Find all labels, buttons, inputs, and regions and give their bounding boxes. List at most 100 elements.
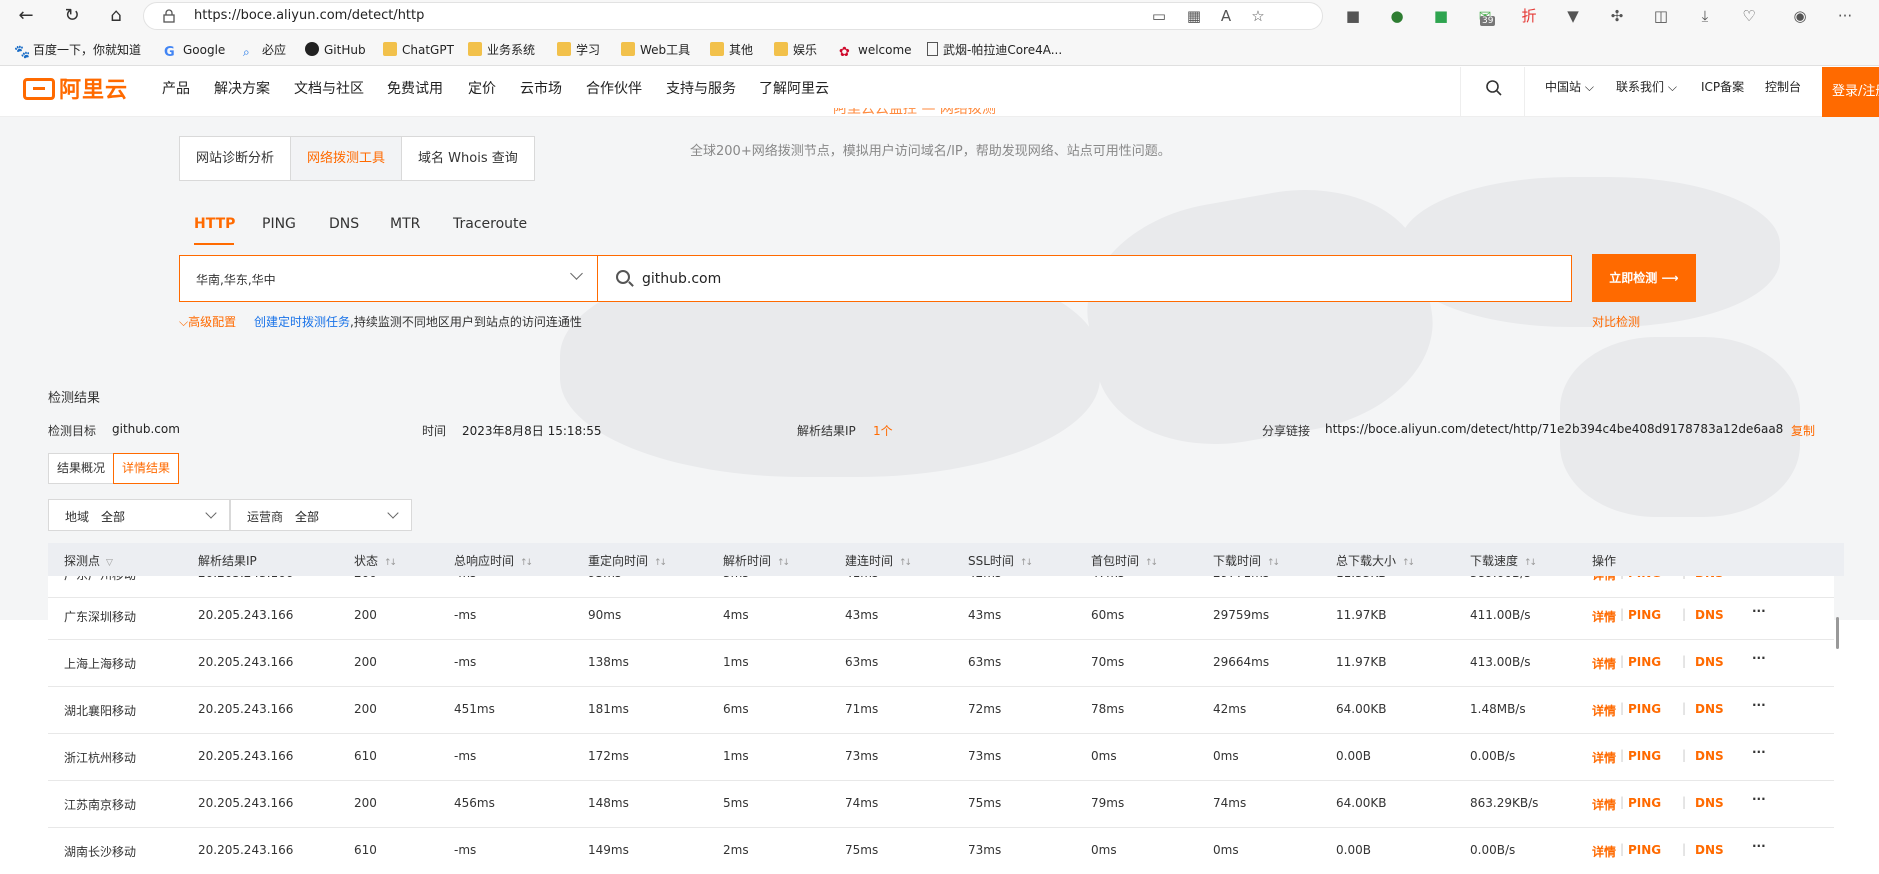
favorite-star-icon[interactable]: ☆ <box>1248 6 1268 26</box>
ping-button[interactable]: PING <box>1628 749 1661 763</box>
detail-button[interactable]: 详情 <box>1592 796 1616 813</box>
detail-button[interactable]: 详情 <box>1592 655 1616 672</box>
dns-button[interactable]: DNS <box>1695 702 1724 716</box>
sort-icon[interactable]: ↑↓ <box>1145 558 1158 568</box>
sort-icon[interactable]: ↑↓ <box>520 558 533 568</box>
address-bar[interactable]: https://boce.aliyun.com/detect/http ▭ ▦ … <box>143 2 1323 30</box>
apps-icon[interactable]: ▦ <box>1184 6 1204 26</box>
refresh-icon[interactable]: ↻ <box>60 4 84 28</box>
home-icon[interactable]: ⌂ <box>104 4 128 28</box>
scrollbar-thumb[interactable] <box>1836 617 1839 649</box>
column-header[interactable]: 总下载大小 ↑↓ <box>1336 552 1415 569</box>
sort-icon[interactable]: ↑↓ <box>1402 558 1415 568</box>
icp-link[interactable]: ICP备案 <box>1701 78 1744 95</box>
download-icon[interactable]: ⤓ <box>1695 6 1715 26</box>
tab-site-diagnosis[interactable]: 网站诊断分析 <box>179 136 292 181</box>
dns-button[interactable]: DNS <box>1695 843 1724 857</box>
column-header[interactable]: 重定向时间 ↑↓ <box>588 552 667 569</box>
split-screen-icon[interactable]: ◫ <box>1651 6 1671 26</box>
bookmark-wuyan[interactable]: 武烟-帕拉迪Core4A... <box>927 41 1062 59</box>
more-actions-icon[interactable]: ··· <box>1752 651 1766 665</box>
bookmark-folder-chatgpt[interactable]: ChatGPT <box>383 41 454 59</box>
more-actions-icon[interactable]: ··· <box>1752 698 1766 712</box>
ping-button[interactable]: PING <box>1628 576 1661 580</box>
reader-mode-icon[interactable]: ▭ <box>1149 6 1169 26</box>
bookmark-github[interactable]: GitHub <box>305 41 366 59</box>
column-header[interactable]: 状态 ↑↓ <box>354 552 397 569</box>
sort-icon[interactable]: ↑↓ <box>654 558 667 568</box>
nav-docs[interactable]: 文档与社区 <box>294 78 364 98</box>
tab-traceroute[interactable]: Traceroute <box>453 216 527 232</box>
target-input[interactable]: github.com <box>597 255 1572 302</box>
dns-button[interactable]: DNS <box>1695 749 1724 763</box>
more-actions-icon[interactable]: ··· <box>1752 604 1766 618</box>
column-header[interactable]: 下载时间 ↑↓ <box>1213 552 1280 569</box>
column-header[interactable]: SSL时间 ↑↓ <box>968 552 1033 569</box>
dns-button[interactable]: DNS <box>1695 608 1724 622</box>
detail-button[interactable]: 详情 <box>1592 576 1616 583</box>
nav-market[interactable]: 云市场 <box>520 78 562 98</box>
nav-about[interactable]: 了解阿里云 <box>759 78 829 98</box>
tab-mtr[interactable]: MTR <box>390 216 420 232</box>
console-link[interactable]: 控制台 <box>1765 78 1801 95</box>
column-header[interactable]: 建连时间 ↑↓ <box>845 552 912 569</box>
bookmark-google[interactable]: G Google <box>164 41 225 60</box>
column-header[interactable]: 探测点 ▽ <box>64 552 113 569</box>
compare-detect-link[interactable]: 对比检测 <box>1592 313 1640 330</box>
tab-details[interactable]: 详情结果 <box>113 453 180 484</box>
ping-button[interactable]: PING <box>1628 655 1661 669</box>
bookmark-folder-other[interactable]: 其他 <box>710 41 753 59</box>
bookmark-welcome[interactable]: ✿ welcome <box>839 41 912 60</box>
extension-icon[interactable]: ■ <box>1343 6 1363 26</box>
copy-button[interactable]: 复制 <box>1791 422 1815 439</box>
detail-button[interactable]: 详情 <box>1592 608 1616 625</box>
column-header[interactable]: 首包时间 ↑↓ <box>1091 552 1158 569</box>
nav-solutions[interactable]: 解决方案 <box>214 78 270 98</box>
search-icon[interactable] <box>1485 79 1503 97</box>
tab-ping[interactable]: PING <box>262 216 296 232</box>
more-actions-icon[interactable]: ··· <box>1752 792 1766 806</box>
profile-avatar[interactable]: ◉ <box>1790 6 1810 26</box>
contact-us[interactable]: 联系我们 ⌵ <box>1616 78 1677 95</box>
aliyun-logo[interactable]: 阿里云 <box>23 72 128 104</box>
more-menu-icon[interactable]: ··· <box>1835 6 1855 26</box>
region-switch[interactable]: 中国站 ⌵ <box>1545 78 1594 95</box>
vue-extension-icon[interactable]: ▼ <box>1563 6 1583 26</box>
performance-icon[interactable]: ♡ <box>1739 6 1759 26</box>
region-select[interactable]: 华南,华东,华中 <box>179 255 598 302</box>
login-button[interactable]: 登录/注册 <box>1822 67 1879 117</box>
bookmark-folder-business[interactable]: 业务系统 <box>468 41 535 59</box>
tab-network-probe[interactable]: 网络拨测工具 <box>290 136 403 181</box>
on-extension-icon[interactable]: ■ <box>1431 6 1451 26</box>
bookmark-folder-entertainment[interactable]: 娱乐 <box>774 41 817 59</box>
sort-icon[interactable]: ↑↓ <box>1267 558 1280 568</box>
bookmark-folder-study[interactable]: 学习 <box>557 41 600 59</box>
column-header[interactable]: 总响应时间 ↑↓ <box>454 552 533 569</box>
tab-whois[interactable]: 域名 Whois 查询 <box>401 136 535 181</box>
column-header[interactable]: 解析时间 ↑↓ <box>723 552 790 569</box>
tab-http[interactable]: HTTP <box>194 216 235 232</box>
filter-isp[interactable]: 运营商 全部 <box>230 499 412 531</box>
bookmark-baidu[interactable]: 🐾 百度一下，你就知道 <box>14 41 141 60</box>
filter-icon[interactable]: ▽ <box>106 558 113 568</box>
discount-extension-icon[interactable]: 折 <box>1519 6 1539 26</box>
dns-button[interactable]: DNS <box>1695 796 1724 810</box>
tab-dns[interactable]: DNS <box>329 216 359 232</box>
bookmark-folder-webtools[interactable]: Web工具 <box>621 41 690 59</box>
advanced-config-toggle[interactable]: ⌵高级配置 <box>179 313 236 330</box>
more-actions-icon[interactable]: ··· <box>1752 745 1766 759</box>
dns-button[interactable]: DNS <box>1695 576 1724 580</box>
bookmark-bing[interactable]: ⌕ 必应 <box>243 41 286 59</box>
sort-icon[interactable]: ↑↓ <box>1020 558 1033 568</box>
nav-support[interactable]: 支持与服务 <box>666 78 736 98</box>
read-aloud-icon[interactable]: A <box>1216 6 1236 26</box>
column-header[interactable]: 下载速度 ↑↓ <box>1470 552 1537 569</box>
ping-button[interactable]: PING <box>1628 702 1661 716</box>
resolved-ip-count[interactable]: 1个 <box>873 422 893 439</box>
nav-partners[interactable]: 合作伙伴 <box>586 78 642 98</box>
dns-button[interactable]: DNS <box>1695 655 1724 669</box>
nav-free-trial[interactable]: 免费试用 <box>387 78 443 98</box>
schedule-task-link[interactable]: 创建定时拨测任务 <box>254 313 350 330</box>
nav-products[interactable]: 产品 <box>162 78 190 98</box>
puzzle-extensions-icon[interactable]: ✣ <box>1607 6 1627 26</box>
